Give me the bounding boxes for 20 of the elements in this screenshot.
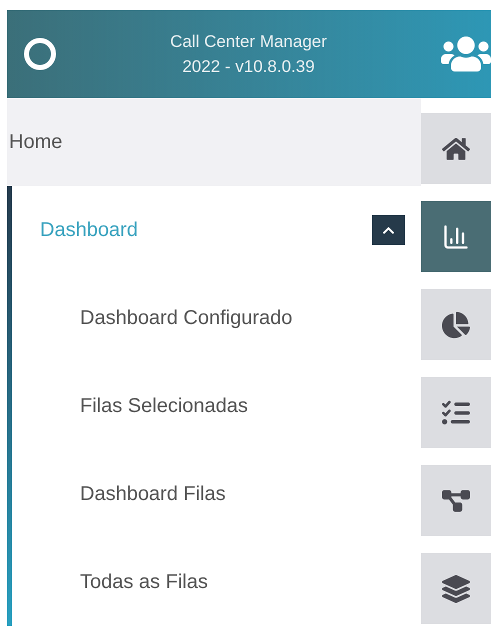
- checklist-icon: [442, 398, 470, 426]
- bar-chart-icon: [442, 222, 470, 250]
- app-title: Call Center Manager: [170, 31, 327, 53]
- rail-tab[interactable]: [421, 289, 491, 360]
- layers-icon: [442, 574, 470, 602]
- logo-ring-icon: [24, 38, 56, 70]
- submenu-item[interactable]: Todas as Filas: [80, 567, 208, 597]
- app-version: 2022 - v10.8.0.39: [182, 56, 315, 78]
- rail-tab[interactable]: [421, 377, 491, 448]
- submenu-item[interactable]: Dashboard Configurado: [80, 303, 292, 333]
- submenu-item[interactable]: Filas Selecionadas: [80, 391, 248, 421]
- rail-tab[interactable]: [421, 201, 491, 272]
- users-icon[interactable]: [441, 34, 491, 74]
- rail-tab[interactable]: [421, 113, 491, 184]
- pie-chart-icon: [442, 310, 470, 338]
- rail-tab[interactable]: [421, 465, 491, 536]
- submenu-item[interactable]: Dashboard Filas: [80, 479, 226, 509]
- menu-item[interactable]: Home: [9, 127, 62, 157]
- collapse-button[interactable]: [372, 215, 405, 245]
- rail-tab[interactable]: [421, 553, 491, 624]
